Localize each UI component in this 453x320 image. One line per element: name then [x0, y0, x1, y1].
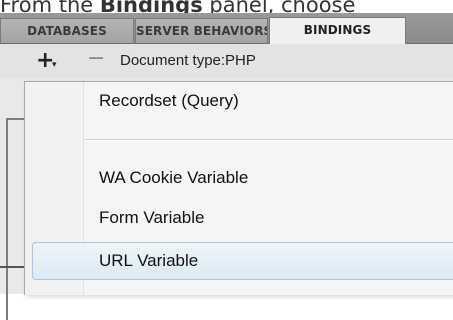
tab-bindings[interactable]: BINDINGS	[269, 17, 406, 44]
tab-server-behaviors-label: SERVER BEHAVIORS	[136, 24, 268, 38]
menu-item-wa-cookie-variable[interactable]: WA Cookie Variable	[25, 159, 453, 197]
menu-separator-highlight	[85, 140, 453, 141]
menu-item-url-variable[interactable]: URL Variable	[32, 242, 453, 280]
document-type-label: Document type:PHP	[120, 52, 256, 69]
tab-server-behaviors[interactable]: SERVER BEHAVIORS	[135, 18, 268, 43]
remove-binding-icon[interactable]: −	[87, 46, 105, 72]
bindings-toolbar: + ▾ − Document type:PHP	[0, 44, 453, 78]
menu-item-label: Form Variable	[99, 208, 205, 227]
menu-item-label: URL Variable	[99, 251, 199, 270]
tab-bindings-label: BINDINGS	[303, 23, 372, 37]
tab-databases-label: DATABASES	[27, 24, 107, 38]
add-binding-menu: Recordset (Query) WA Cookie Variable For…	[24, 81, 453, 295]
menu-item-recordset[interactable]: Recordset (Query)	[25, 82, 453, 120]
menu-item-label: WA Cookie Variable	[99, 168, 249, 187]
tab-databases[interactable]: DATABASES	[0, 18, 134, 43]
panel-tab-bar: DATABASES SERVER BEHAVIORS BINDINGS	[0, 13, 453, 44]
menu-item-form-variable[interactable]: Form Variable	[25, 199, 453, 237]
add-dropdown-arrow-icon[interactable]: ▾	[52, 60, 57, 70]
menu-item-label: Recordset (Query)	[99, 91, 239, 110]
